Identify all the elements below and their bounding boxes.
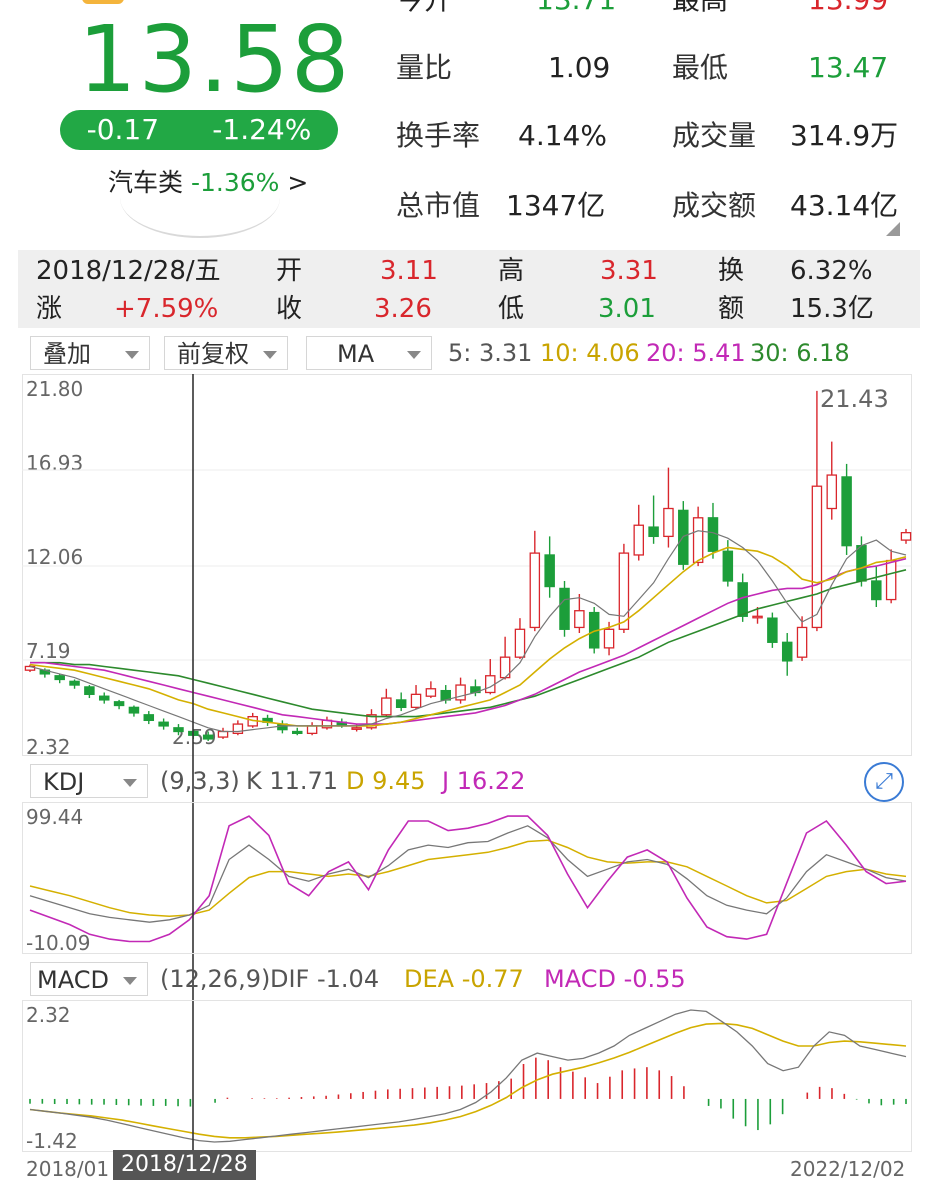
candle-body (826, 474, 838, 510)
candle-body (410, 693, 422, 708)
candle-body (485, 675, 496, 694)
macd-value: MACD -0.55 (544, 965, 686, 993)
x-start-label: 2018/01 (26, 1157, 110, 1181)
candle-body (529, 552, 541, 629)
candle-body (722, 550, 734, 582)
candle-body (559, 587, 570, 630)
macd-label: MACD (37, 966, 109, 994)
candle-body (811, 485, 823, 629)
candle-body (292, 730, 303, 735)
candle-body (514, 628, 526, 658)
candle-body (663, 507, 674, 538)
candle-body (158, 721, 169, 727)
chevron-down-icon (123, 779, 137, 787)
candle-body (306, 725, 318, 735)
kdj-dropdown[interactable]: KDJ (30, 764, 148, 798)
macd-params: (12,26,9) (160, 965, 271, 993)
candle-body (767, 617, 778, 643)
candle-body (574, 610, 585, 629)
candle-body (113, 701, 125, 707)
crosshair-date-label: 2018/12/28 (113, 1150, 256, 1180)
candle-body (173, 727, 184, 733)
expand-icon[interactable]: ⤢ (864, 762, 904, 802)
candle-body (69, 680, 80, 686)
macd-dea: DEA -0.77 (404, 965, 524, 993)
candle-body (425, 688, 437, 697)
candle-body (217, 730, 229, 738)
candle-body (84, 686, 95, 695)
candle-body (143, 714, 155, 722)
x-end-label: 2022/12/02 (790, 1157, 906, 1181)
kdj-y-min: -10.09 (26, 931, 91, 955)
kdj-chart-panel[interactable] (22, 802, 912, 954)
candle-body (752, 615, 763, 619)
candle-body (54, 675, 65, 681)
candle-body (692, 517, 704, 564)
kdj-k: K 11.71 (246, 767, 339, 795)
candle-body (603, 628, 615, 649)
candle-body (841, 476, 852, 547)
candle-body (381, 697, 392, 716)
kdj-label: KDJ (43, 768, 85, 796)
macd-dif: DIF -1.04 (270, 965, 380, 993)
candle-body (544, 554, 555, 588)
kdj-y-max: 99.44 (26, 805, 84, 829)
macd-dropdown[interactable]: MACD (30, 962, 148, 996)
candle-body (900, 532, 912, 541)
candle-body (618, 552, 630, 630)
kdj-params: (9,3,3) (160, 767, 240, 795)
candle-body (351, 727, 362, 730)
candle-body (871, 580, 882, 601)
candle-body (128, 706, 140, 714)
candle-body (648, 526, 659, 538)
kdj-d: D 9.45 (346, 767, 426, 795)
macd-chart-panel[interactable] (22, 1000, 912, 1152)
candle-body (796, 626, 808, 658)
candle-body (781, 641, 793, 662)
candle-body (455, 684, 466, 701)
candle-body (633, 524, 644, 556)
candle-body (395, 699, 407, 708)
macd-y-min: -1.42 (26, 1129, 78, 1153)
kdj-j: J 16.22 (442, 767, 526, 795)
macd-y-max: 2.32 (26, 1003, 71, 1027)
candle-body (885, 559, 897, 601)
candle-body (856, 545, 867, 582)
chevron-down-icon (123, 977, 137, 985)
candle-body (202, 734, 214, 740)
candle-body (98, 695, 110, 701)
